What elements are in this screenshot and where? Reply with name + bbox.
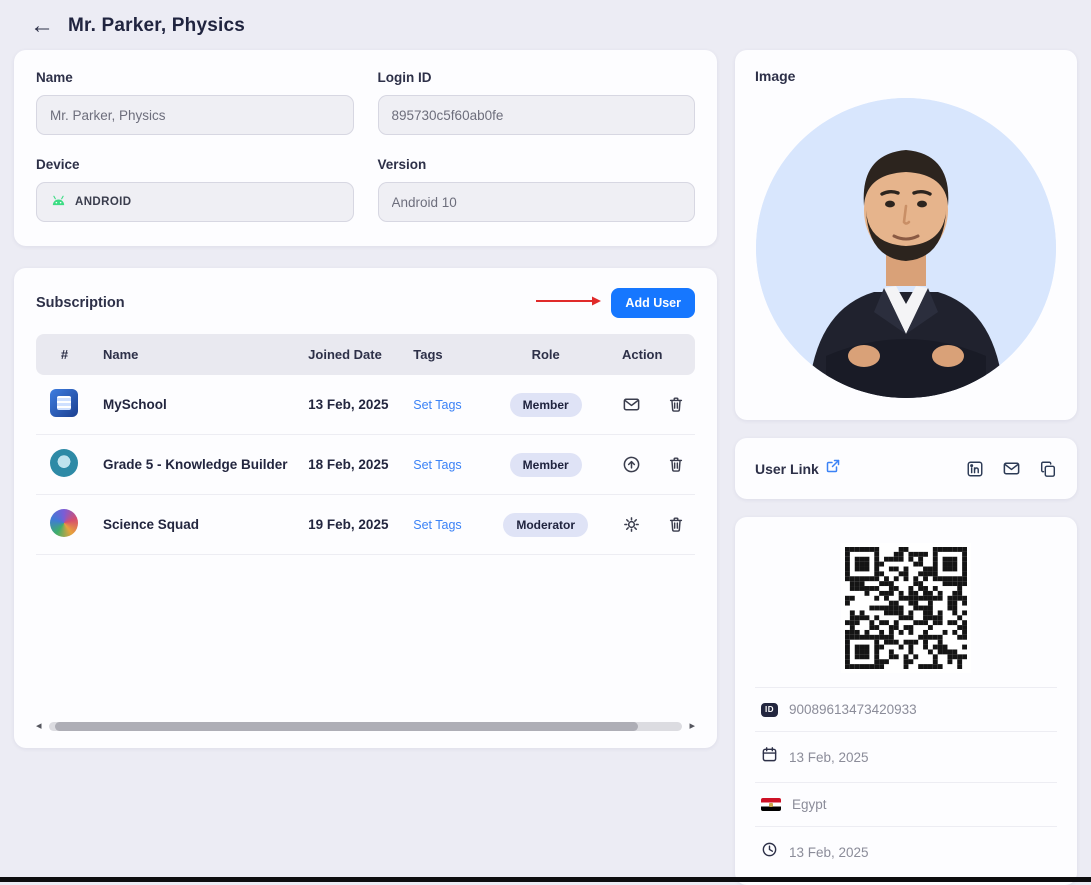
image-card: Image [735,50,1077,420]
table-header-row: # Name Joined Date Tags Role Action [36,334,695,375]
gear-icon[interactable] [622,515,641,534]
set-tags-link[interactable]: Set Tags [413,458,461,472]
login-id-input[interactable] [377,95,695,135]
red-pointer-arrow-icon [534,294,602,312]
col-header-action: Action [604,334,695,375]
scroll-left-arrow-icon[interactable]: ◂ [36,721,42,732]
id-badge-icon: ID [761,702,778,717]
device-input[interactable]: ANDROID [36,182,354,222]
trash-icon[interactable] [667,395,685,414]
avatar [756,98,1056,398]
device-label: Device [36,157,80,172]
subscription-title: Subscription [36,295,125,311]
page-title: Mr. Parker, Physics [68,15,246,36]
horizontal-scrollbar[interactable]: ◂ ▸ [36,711,695,732]
myschool-logo [50,389,79,417]
updated-date-value: 13 Feb, 2025 [789,844,869,860]
calendar-icon [761,746,778,768]
login-id-field-group: Login ID [377,70,695,135]
user-id-value: 90089613473420933 [789,702,917,717]
joined-date-value: 13 Feb, 2025 [789,749,869,765]
col-header-name: Name [92,334,299,375]
grade5-logo [50,449,79,477]
name-field-group: Name [36,70,354,135]
arrow-up-circle-icon[interactable] [622,455,641,474]
version-field-group: Version [377,157,695,222]
set-tags-link[interactable]: Set Tags [413,398,461,412]
name-label: Name [36,70,73,85]
subscription-table: # Name Joined Date Tags Role Action MySc [36,334,695,555]
mail-icon[interactable] [622,395,641,414]
device-value: ANDROID [75,196,132,208]
joined-date: 13 Feb, 2025 [308,397,389,412]
table-row: Grade 5 - Knowledge Builder 18 Feb, 2025… [36,434,695,495]
back-arrow-icon[interactable]: ← [30,14,54,38]
device-field-group: Device ANDROID [36,157,354,222]
bottom-edge-bar [0,877,1091,882]
qr-code [841,543,971,673]
qr-card: ID 90089613473420933 13 Feb, 2025 Egypt [735,517,1077,885]
set-tags-link[interactable]: Set Tags [413,518,461,532]
login-id-label: Login ID [377,70,432,85]
table-row: MySchool 13 Feb, 2025 Set Tags Member [36,375,695,435]
page-header: ← Mr. Parker, Physics [14,8,1077,50]
image-card-title: Image [755,68,796,84]
user-link-title: User Link [755,460,819,477]
android-icon [50,194,67,210]
joined-date: 18 Feb, 2025 [308,457,389,472]
group-name: Science Squad [102,517,200,532]
add-user-button[interactable]: Add User [611,288,695,318]
group-name: Grade 5 - Knowledge Builder [102,457,288,472]
country-value: Egypt [792,797,827,812]
updated-date-row: 13 Feb, 2025 [755,826,1057,877]
name-input[interactable] [36,95,354,135]
joined-date: 19 Feb, 2025 [308,517,389,532]
country-row: Egypt [755,782,1057,826]
user-detail-page: ← Mr. Parker, Physics Name Login ID De [0,0,1091,885]
col-header-tags: Tags [403,334,488,375]
col-header-role: Role [487,334,604,375]
copy-icon[interactable] [1039,460,1057,478]
linkedin-icon[interactable] [966,460,984,478]
group-name: MySchool [102,397,167,412]
egypt-flag-icon [761,798,781,811]
clock-icon [761,841,778,863]
role-badge: Moderator [503,512,588,537]
science-squad-logo [50,509,79,537]
col-header-number: # [36,334,93,375]
scroll-right-arrow-icon[interactable]: ▸ [689,721,695,732]
user-id-row: ID 90089613473420933 [755,687,1057,731]
col-header-joined: Joined Date [298,334,404,375]
joined-date-row: 13 Feb, 2025 [755,731,1057,782]
user-details-card: Name Login ID Device [14,50,717,246]
scrollbar-track[interactable] [48,722,683,731]
version-label: Version [377,157,427,172]
trash-icon[interactable] [667,515,685,534]
external-link-icon[interactable] [826,459,840,478]
scrollbar-thumb[interactable] [54,722,639,731]
role-badge: Member [509,452,582,477]
trash-icon[interactable] [667,455,685,474]
version-input[interactable] [377,182,695,222]
user-link-card: User Link [735,438,1077,499]
table-row: Science Squad 19 Feb, 2025 Set Tags Mode… [36,494,695,555]
subscription-card: Subscription Add User # Name Joined Date… [14,268,717,748]
mail-icon[interactable] [1002,459,1021,478]
role-badge: Member [509,392,582,417]
